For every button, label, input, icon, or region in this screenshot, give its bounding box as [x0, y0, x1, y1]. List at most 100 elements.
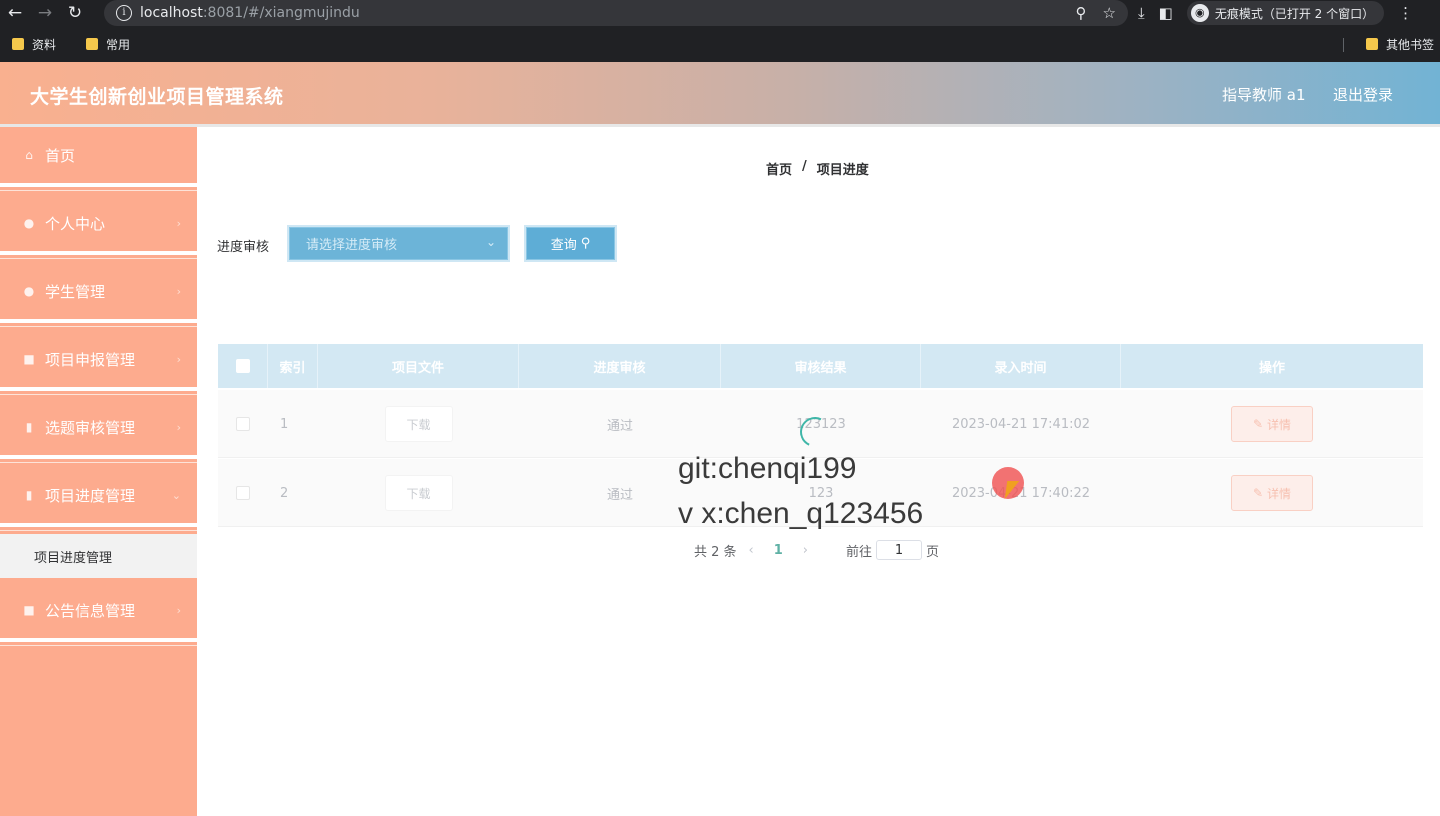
index-cell: 1 [280, 416, 289, 432]
breadcrumb: 首页 / 项目进度 [766, 159, 869, 178]
progress-review-select[interactable]: 请选择进度审核 ⌄ [287, 225, 510, 262]
sidebar-item-label: 首页 [45, 146, 76, 165]
app-title: 大学生创新创业项目管理系统 [30, 86, 284, 108]
sidebar-item-label: 选题审核管理 [45, 418, 136, 437]
chevron-right-icon: › [176, 285, 181, 298]
url-path: :8081/#/xiangmujindu [202, 5, 360, 21]
sidebar: ⌂ 首页 ● 个人中心 › ● 学生管理 › ■ 项目申报管理 › ▮ 选题审核… [0, 127, 197, 816]
row-checkbox[interactable] [236, 486, 250, 500]
page-jump-input[interactable]: 1 [876, 540, 923, 560]
column-header: 操作 [1258, 360, 1285, 376]
breadcrumb-home[interactable]: 首页 [766, 159, 792, 178]
chevron-right-icon: › [176, 421, 181, 434]
chart-icon: ▮ [25, 420, 33, 434]
page-number[interactable]: 1 [774, 543, 783, 558]
pagination: 共 2 条 ‹ 1 › 前往 1 页 [694, 540, 939, 560]
app-header: 大学生创新创业项目管理系统 指导教师 a1 退出登录 [0, 62, 1440, 124]
detail-button-label: 详情 [1267, 486, 1292, 501]
breadcrumb-separator: / [802, 159, 807, 174]
select-placeholder: 请选择进度审核 [306, 238, 398, 253]
incognito-badge[interactable]: ◉ 无痕模式（已打开 2 个窗口） [1186, 1, 1385, 25]
sidebar-item-label: 项目申报管理 [45, 350, 136, 369]
omnibox-actions: ⚲ ☆ [1076, 0, 1116, 26]
home-icon: ⌂ [25, 148, 33, 162]
index-cell: 2 [280, 485, 289, 501]
action-cell: ✎ 详情 [1121, 390, 1423, 458]
chevron-right-icon: › [176, 217, 181, 230]
detail-button-label: 详情 [1267, 417, 1292, 432]
header-divider [0, 124, 1440, 127]
time-cell: 2023-04-21 17:41:02 [951, 416, 1091, 432]
download-button[interactable]: 下载 [384, 475, 453, 511]
sidebar-item-topic-review[interactable]: ▮ 选题审核管理 › [0, 399, 197, 463]
back-icon[interactable]: ← [0, 0, 30, 26]
sidebar-item-project-apply[interactable]: ■ 项目申报管理 › [0, 331, 197, 395]
goto-label: 前往 [846, 544, 873, 560]
row-checkbox[interactable] [236, 417, 250, 431]
logout-link[interactable]: 退出登录 [1333, 84, 1393, 105]
column-header: 审核结果 [721, 344, 921, 388]
prev-page-icon[interactable]: ‹ [749, 543, 754, 558]
bookmark-folder[interactable]: 资料 [12, 36, 56, 53]
sidebar-item-label: 个人中心 [45, 214, 106, 233]
sidebar-item-home[interactable]: ⌂ 首页 [0, 127, 197, 191]
bookmark-label: 常用 [106, 37, 131, 52]
column-header: 索引 [268, 344, 318, 388]
sidebar-item-notice[interactable]: ■ 公告信息管理 › [0, 582, 197, 646]
sidebar-item-students[interactable]: ● 学生管理 › [0, 263, 197, 327]
filter-label: 进度审核 [217, 240, 270, 255]
forward-icon[interactable]: → [30, 0, 60, 26]
download-button[interactable]: 下载 [384, 406, 453, 442]
row-select-cell [218, 390, 268, 458]
chevron-down-icon: ⌄ [485, 235, 496, 249]
bookmark-divider [1343, 38, 1344, 52]
other-bookmarks[interactable]: 其他书签 [1365, 30, 1434, 58]
address-bar[interactable]: i localhost :8081/#/xiangmujindu ⚲ ☆ [104, 0, 1128, 26]
site-info-icon[interactable]: i [116, 5, 132, 21]
sidebar-item-label: 项目进度管理 [45, 486, 136, 505]
edit-icon: ✎ [1252, 417, 1264, 431]
detail-button[interactable]: ✎ 详情 [1231, 475, 1313, 511]
detail-button[interactable]: ✎ 详情 [1231, 406, 1313, 442]
folder-icon [86, 38, 99, 50]
watermark-text: git:chenqi199 v x:chen_q123456 [678, 446, 923, 536]
sidebar-item-progress[interactable]: ▮ 项目进度管理 ⌄ [0, 467, 197, 531]
bookmark-label: 资料 [32, 37, 57, 52]
query-button[interactable]: 查询 ⚲ [524, 225, 617, 262]
next-page-icon[interactable]: › [803, 543, 808, 558]
sidebar-item-label: 学生管理 [45, 282, 106, 301]
mouse-cursor-icon [1004, 481, 1020, 499]
reload-icon[interactable]: ↻ [60, 0, 90, 26]
document-icon: ■ [23, 352, 35, 366]
download-icon[interactable]: ⤓ [1138, 4, 1145, 22]
action-cell: ✎ 详情 [1121, 459, 1423, 527]
user-icon: ● [23, 216, 35, 230]
select-all-cell [218, 344, 268, 388]
watermark-line: v x:chen_q123456 [678, 497, 924, 530]
notice-icon: ■ [23, 603, 35, 617]
incognito-icon: ◉ [1190, 4, 1209, 22]
star-icon[interactable]: ☆ [1103, 4, 1116, 22]
pagination-total: 共 2 条 [694, 544, 737, 560]
student-icon: ● [23, 284, 35, 298]
select-all-checkbox[interactable] [235, 359, 250, 373]
query-button-label: 查询 [550, 238, 577, 253]
bookmark-folder[interactable]: 常用 [86, 36, 130, 53]
sidepanel-icon[interactable]: ◧ [1159, 4, 1173, 22]
column-header: 进度审核 [519, 344, 721, 388]
file-cell: 下载 [318, 390, 519, 458]
search-icon: ⚲ [580, 236, 591, 251]
folder-icon [1365, 38, 1378, 50]
progress-icon: ▮ [25, 488, 33, 502]
menu-kebab-icon[interactable]: ⋮ [1398, 4, 1413, 22]
browser-actions: ⤓ ◧ ◉ 无痕模式（已打开 2 个窗口） ⋮ [1138, 0, 1413, 26]
key-icon[interactable]: ⚲ [1076, 4, 1087, 22]
time-cell: 2023-04-21 17:40:22 [951, 485, 1091, 501]
sidebar-item-profile[interactable]: ● 个人中心 › [0, 195, 197, 259]
sidebar-subitem-progress[interactable]: 项目进度管理 [0, 534, 197, 578]
folder-icon [12, 38, 24, 50]
file-cell: 下载 [318, 459, 519, 527]
row-select-cell [218, 459, 268, 527]
watermark-line: git:chenqi199 [678, 452, 857, 485]
other-bookmarks-label: 其他书签 [1385, 37, 1434, 52]
